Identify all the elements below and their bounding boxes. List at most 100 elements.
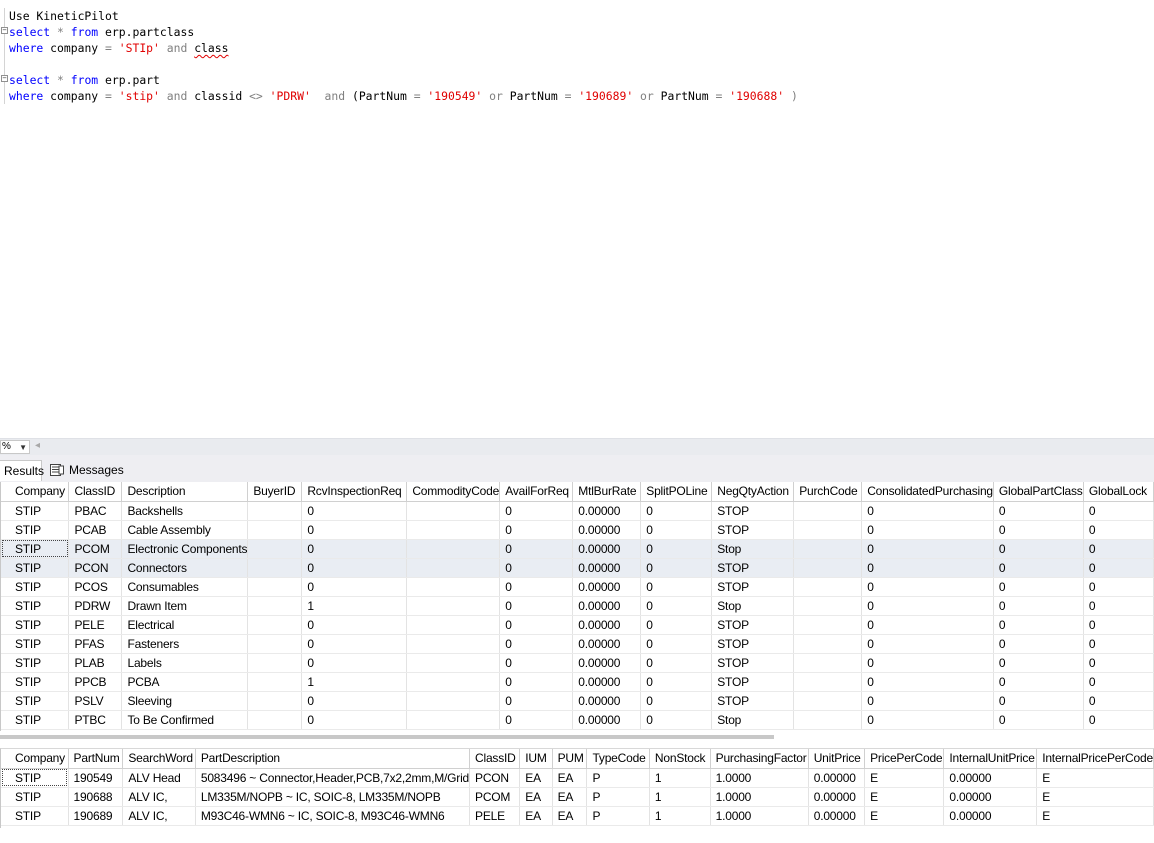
table-row[interactable]: STIP 190689 ALV IC, M93C46-WMN6 ~ IC, SOIC-… [1,806,1154,826]
table-cell[interactable] [247,596,303,616]
table-cell[interactable]: Sleeving [121,691,249,711]
table-cell[interactable]: EA [552,806,588,826]
table-cell[interactable]: 0 [993,672,1084,692]
table-cell[interactable]: 0.00000 [572,710,642,730]
table-cell[interactable]: 0 [861,615,994,635]
column-header[interactable]: ClassID [469,749,521,769]
table-cell[interactable]: EA [519,787,553,807]
table-cell[interactable]: 0 [993,577,1084,597]
table-cell[interactable]: STIP [1,710,70,730]
table-cell[interactable]: EA [519,768,553,788]
table-cell[interactable]: PCAB [68,520,123,540]
table-cell[interactable]: 0 [861,577,994,597]
table-cell[interactable]: 0 [640,501,713,521]
table-cell[interactable]: Drawn Item [121,596,249,616]
grid-splitter[interactable] [0,735,774,739]
table-cell[interactable] [406,596,501,616]
collapse-icon[interactable]: − [1,27,8,34]
table-cell[interactable] [406,577,501,597]
table-cell[interactable]: 0.00000 [572,691,642,711]
table-cell[interactable]: STOP [711,501,795,521]
table-cell[interactable]: STIP [1,596,70,616]
table-cell[interactable]: PFAS [68,634,123,654]
table-cell[interactable]: 0 [1083,558,1154,578]
table-cell[interactable]: 0.00000 [943,806,1038,826]
table-row[interactable]: STIP PCOS Consumables 0 0 0.00000 0 STOP 0 0 0 [1,577,1154,597]
table-cell[interactable] [247,672,303,692]
column-header[interactable]: Description [121,482,249,502]
table-cell[interactable]: 0.00000 [808,768,866,788]
table-cell[interactable]: STIP [1,634,70,654]
column-header[interactable]: GlobalLock [1083,482,1154,502]
table-cell[interactable]: 0 [993,596,1084,616]
table-cell[interactable]: Stop [711,710,795,730]
table-cell[interactable]: PBAC [68,501,123,521]
table-cell[interactable]: 5083496 ~ Connector,Header,PCB,7x2,2mm,M… [195,768,471,788]
table-cell[interactable]: Labels [121,653,249,673]
table-cell[interactable]: 0 [1083,672,1154,692]
table-cell[interactable]: 0 [499,691,574,711]
table-cell[interactable]: E [1036,787,1154,807]
table-cell[interactable]: 1 [649,768,711,788]
code-line[interactable]: where company = 'STIp' and class [9,40,229,56]
table-cell[interactable]: E [864,806,945,826]
table-cell[interactable] [406,539,501,559]
query-editor[interactable]: − − Use KineticPilot select * from erp.pa… [0,0,1154,438]
column-header[interactable]: ConsolidatedPurchasing [861,482,994,502]
table-cell[interactable]: 0 [861,710,994,730]
table-cell[interactable]: 0 [861,672,994,692]
table-cell[interactable]: 0 [640,615,713,635]
table-cell[interactable] [406,691,501,711]
table-cell[interactable]: Stop [711,596,795,616]
zoom-select[interactable]: % ▼ [0,440,30,454]
table-row[interactable]: STIP PSLV Sleeving 0 0 0.00000 0 STOP 0 0 0 [1,691,1154,711]
column-header[interactable]: UnitPrice [808,749,866,769]
table-cell[interactable]: 1 [649,806,711,826]
table-cell[interactable]: STOP [711,691,795,711]
table-cell[interactable] [247,501,303,521]
table-cell[interactable]: 0 [499,539,574,559]
table-cell[interactable]: Electronic Components [121,539,249,559]
column-header[interactable]: Company [1,482,70,502]
column-header[interactable]: AvailForReq [499,482,574,502]
table-cell[interactable]: 0 [301,634,408,654]
table-cell[interactable]: 0 [1083,577,1154,597]
table-cell[interactable]: 0 [1083,520,1154,540]
table-cell[interactable]: 190689 [68,806,124,826]
table-cell[interactable] [406,520,501,540]
table-row[interactable]: STIP PPCB PCBA 1 0 0.00000 0 STOP 0 0 0 [1,672,1154,692]
table-cell[interactable]: Backshells [121,501,249,521]
table-cell[interactable]: P [586,787,650,807]
table-cell[interactable] [793,558,863,578]
table-cell[interactable]: 0 [640,539,713,559]
table-cell[interactable] [247,577,303,597]
table-cell[interactable]: PSLV [68,691,123,711]
column-header[interactable]: PurchasingFactor [710,749,809,769]
table-cell[interactable]: STOP [711,558,795,578]
table-cell[interactable]: 0 [499,710,574,730]
table-row[interactable]: STIP 190549 ALV Head 5083496 ~ Connector,He… [1,768,1154,788]
table-cell[interactable]: STIP [1,615,70,635]
table-cell[interactable]: E [1036,768,1154,788]
table-row[interactable]: STIP PTBC To Be Confirmed 0 0 0.00000 0 Stop 0 0 0 [1,710,1154,730]
code-line[interactable]: select * from erp.partclass [9,24,194,40]
table-cell[interactable]: 0 [301,710,408,730]
table-cell[interactable]: ALV Head [122,768,196,788]
table-cell[interactable]: Connectors [121,558,249,578]
table-cell[interactable]: 0 [640,558,713,578]
table-cell[interactable]: 0 [861,691,994,711]
table-cell[interactable]: 1 [649,787,711,807]
table-cell[interactable]: 0 [301,577,408,597]
table-cell[interactable]: 0 [1083,501,1154,521]
table-cell[interactable]: 0 [499,653,574,673]
table-cell[interactable]: ALV IC, [122,806,196,826]
column-header[interactable]: PartDescription [195,749,471,769]
table-cell[interactable] [793,710,863,730]
table-cell[interactable] [793,539,863,559]
table-cell[interactable]: 0.00000 [808,787,866,807]
column-header[interactable]: PUM [552,749,588,769]
table-cell[interactable]: E [1036,806,1154,826]
table-cell[interactable]: 0 [301,615,408,635]
table-cell[interactable]: 0 [640,653,713,673]
table-cell[interactable] [247,653,303,673]
